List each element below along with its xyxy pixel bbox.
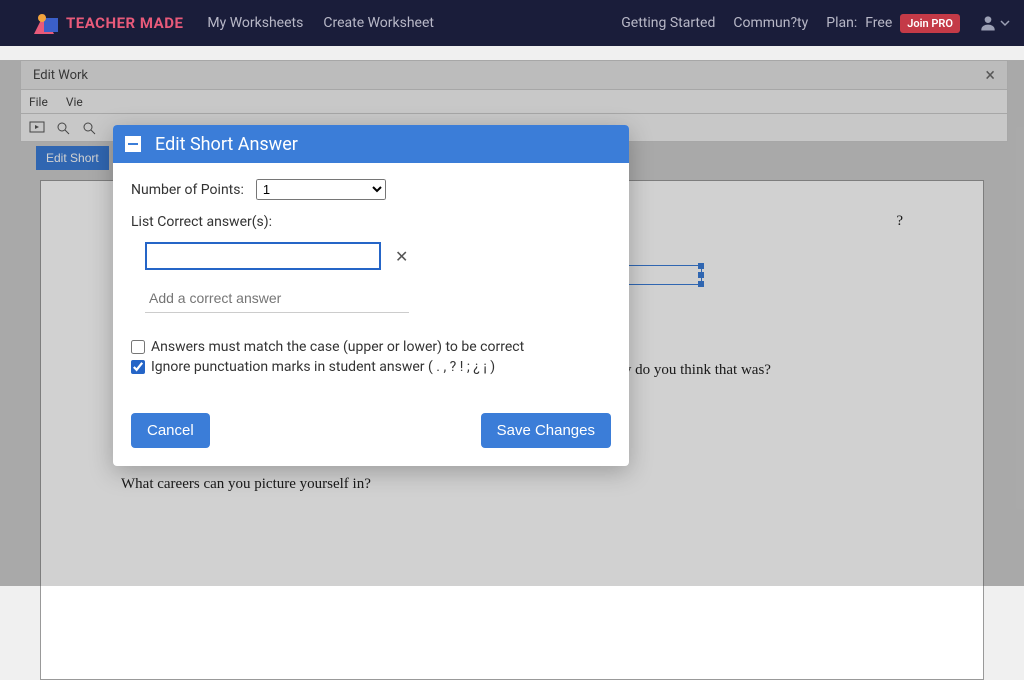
menu-file[interactable]: File (29, 95, 48, 109)
user-menu[interactable] (978, 13, 1010, 33)
collapse-icon[interactable] (125, 136, 141, 152)
add-answer-input[interactable] (145, 286, 409, 313)
logo-icon (34, 12, 60, 34)
ignore-punct-checkbox[interactable] (131, 360, 145, 374)
logo-text: TEACHER MADE (66, 14, 183, 32)
case-match-row[interactable]: Answers must match the case (upper or lo… (131, 339, 611, 355)
top-nav: TEACHER MADE My Worksheets Create Worksh… (0, 0, 1024, 46)
menu-view[interactable]: Vie (66, 95, 83, 109)
resize-handle[interactable] (698, 281, 704, 287)
ignore-punct-row[interactable]: Ignore punctuation marks in student answ… (131, 359, 611, 375)
user-icon (978, 13, 998, 33)
present-icon[interactable] (29, 120, 45, 136)
zoom-in-icon[interactable] (55, 120, 71, 136)
nav-create-worksheet[interactable]: Create Worksheet (323, 15, 434, 31)
plan-label: Plan: (826, 15, 857, 31)
join-pro-badge[interactable]: Join PRO (900, 14, 960, 33)
modal-title: Edit Short Answer (155, 134, 298, 155)
nav-community[interactable]: Commun?ty (733, 15, 808, 31)
modal-body: Number of Points: 1 List Correct answer(… (113, 163, 629, 403)
save-changes-button[interactable]: Save Changes (481, 413, 611, 448)
edit-short-answer-modal: Edit Short Answer Number of Points: 1 Li… (113, 125, 629, 466)
doc-paragraph: What careers can you picture yourself in… (121, 474, 903, 494)
resize-handle[interactable] (698, 263, 704, 269)
edit-short-tab[interactable]: Edit Short (36, 146, 109, 170)
page-title: Edit Work (33, 68, 88, 83)
case-match-label: Answers must match the case (upper or lo… (151, 339, 524, 355)
chevron-down-icon (1000, 18, 1010, 28)
modal-footer: Cancel Save Changes (113, 403, 629, 466)
points-label: Number of Points: (131, 182, 244, 198)
zoom-out-icon[interactable] (81, 120, 97, 136)
menubar: File Vie (20, 90, 1008, 114)
nav-my-worksheets[interactable]: My Worksheets (207, 15, 303, 31)
page-header: Edit Work × (20, 60, 1008, 90)
close-icon[interactable]: × (985, 65, 995, 86)
list-answers-label: List Correct answer(s): (131, 214, 611, 230)
plan-value: Free (865, 15, 892, 31)
case-match-checkbox[interactable] (131, 340, 145, 354)
remove-answer-icon[interactable]: ✕ (395, 247, 408, 266)
ignore-punct-label: Ignore punctuation marks in student answ… (151, 359, 495, 375)
app-body: Edit Work × File Vie Edit Short ? What c… (0, 60, 1024, 586)
points-select[interactable]: 1 (256, 179, 386, 200)
modal-header: Edit Short Answer (113, 125, 629, 163)
cancel-button[interactable]: Cancel (131, 413, 210, 448)
brand-logo[interactable]: TEACHER MADE (34, 12, 183, 34)
plan-group: Plan: Free Join PRO (826, 14, 960, 33)
correct-answer-input[interactable] (145, 242, 381, 270)
nav-getting-started[interactable]: Getting Started (621, 15, 715, 31)
resize-handle[interactable] (698, 272, 704, 278)
